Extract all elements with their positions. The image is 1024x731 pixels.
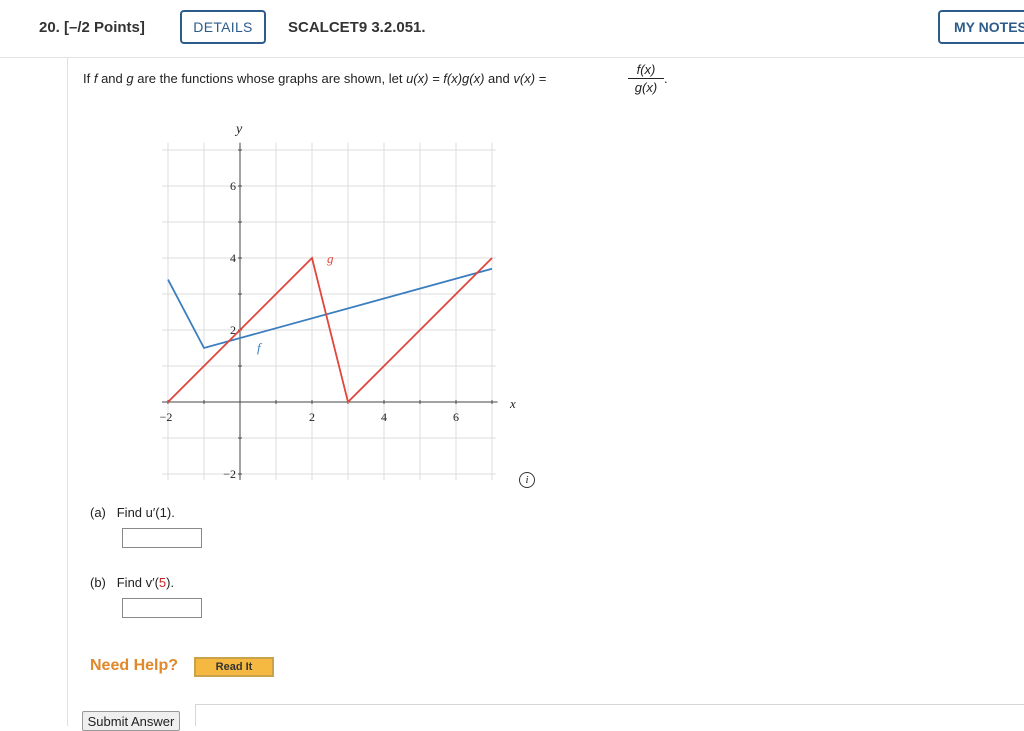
y-tick-label: −2	[223, 467, 236, 481]
info-icon[interactable]: i	[519, 472, 535, 488]
y-axis-label: y	[234, 122, 243, 137]
my-notes-button[interactable]: MY NOTES	[938, 10, 1024, 44]
x-axis-label: x	[509, 396, 516, 411]
part-b-answer-input[interactable]	[122, 598, 202, 618]
series-label-f: f	[257, 340, 263, 355]
y-tick-label: 4	[230, 251, 236, 265]
axes	[162, 142, 498, 480]
read-it-button[interactable]: Read It	[194, 657, 274, 677]
fraction-f-over-g: f(x) g(x)	[628, 62, 664, 95]
function-graph: −2 2 4 6−2246 x y g f	[160, 122, 516, 481]
question-header: 20. [–/2 Points] DETAILS SCALCET9 3.2.05…	[0, 0, 1024, 58]
need-help-label: Need Help?	[90, 657, 179, 674]
y-tick-label: 6	[230, 179, 236, 193]
details-button[interactable]: DETAILS	[180, 10, 266, 44]
part-a-prompt: (a) Find u′(1).	[90, 505, 175, 520]
part-b-prompt: (b) Find v′(5).	[90, 575, 175, 590]
part-a-answer-input[interactable]	[122, 528, 202, 548]
submit-answer-button[interactable]: Submit Answer	[82, 711, 180, 731]
series-label-g: g	[327, 251, 334, 266]
x-tick-label: 2	[309, 410, 315, 424]
x-tick-label: −2	[160, 410, 173, 424]
prompt-period: .	[664, 71, 668, 86]
grid	[162, 142, 496, 480]
question-number: 20. [–/2 Points]	[39, 19, 145, 36]
series-line-f	[167, 267, 493, 350]
x-tick-label: 4	[381, 410, 387, 424]
next-panel-edge	[195, 704, 1024, 726]
left-divider	[67, 58, 68, 726]
x-tick-label: 6	[453, 410, 459, 424]
question-prompt: If f and g are the functions whose graph…	[83, 71, 547, 86]
question-code: SCALCET9 3.2.051.	[288, 19, 426, 36]
